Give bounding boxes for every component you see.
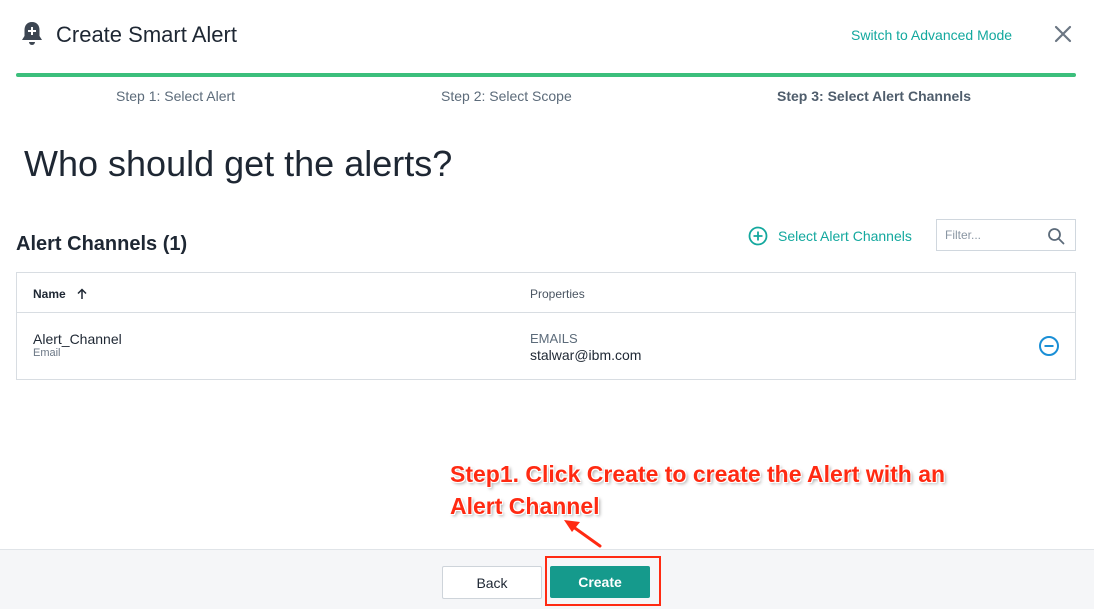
- wizard-progress-bar: [16, 73, 1076, 77]
- filter-input[interactable]: [945, 221, 1045, 249]
- dialog-title: Create Smart Alert: [56, 22, 237, 47]
- select-alert-channels-button[interactable]: Select Alert Channels: [748, 226, 912, 246]
- search-icon[interactable]: [1047, 227, 1065, 245]
- step-select-scope[interactable]: Step 2: Select Scope: [441, 88, 572, 104]
- back-button[interactable]: Back: [442, 566, 542, 599]
- column-header-name-label: Name: [33, 287, 66, 301]
- table-header: Name Properties: [17, 273, 1075, 313]
- filter-box: [936, 219, 1076, 251]
- close-icon[interactable]: [1053, 24, 1073, 44]
- alert-channels-table: Name Properties Alert_Channel Email EMAI…: [16, 272, 1076, 380]
- step-select-alert[interactable]: Step 1: Select Alert: [116, 88, 235, 104]
- property-key: EMAILS: [530, 331, 578, 346]
- channel-name-cell: Alert_Channel Email: [33, 332, 122, 360]
- sort-ascending-icon: [77, 288, 87, 299]
- dialog-header: Create Smart Alert Switch to Advanced Mo…: [0, 0, 1094, 70]
- remove-channel-icon[interactable]: [1038, 335, 1060, 357]
- create-button[interactable]: Create: [550, 566, 650, 598]
- dialog-footer: Back Create: [0, 549, 1094, 609]
- column-header-name[interactable]: Name: [33, 287, 88, 301]
- channel-type: Email: [33, 347, 61, 359]
- bell-plus-icon: [22, 22, 42, 45]
- channel-name: Alert_Channel: [33, 331, 122, 347]
- table-row: Alert_Channel Email EMAILS stalwar@ibm.c…: [17, 313, 1075, 379]
- annotation-arrow-icon: [564, 520, 602, 548]
- add-circle-icon: [748, 226, 768, 246]
- property-value: stalwar@ibm.com: [530, 347, 642, 363]
- wizard-steps: Step 1: Select Alert Step 2: Select Scop…: [16, 88, 1076, 106]
- switch-advanced-mode-link[interactable]: Switch to Advanced Mode: [851, 27, 1012, 43]
- select-alert-channels-label: Select Alert Channels: [778, 228, 912, 244]
- channel-properties-cell: EMAILS stalwar@ibm.com: [530, 331, 641, 363]
- create-smart-alert-dialog: Create Smart Alert Switch to Advanced Mo…: [0, 0, 1094, 609]
- tutorial-annotation: Step1. Click Create to create the Alert …: [450, 461, 946, 519]
- section-title: Alert Channels (1): [16, 233, 188, 255]
- step-select-alert-channels[interactable]: Step 3: Select Alert Channels: [777, 88, 971, 104]
- page-heading: Who should get the alerts?: [24, 143, 453, 184]
- column-header-properties: Properties: [530, 287, 585, 301]
